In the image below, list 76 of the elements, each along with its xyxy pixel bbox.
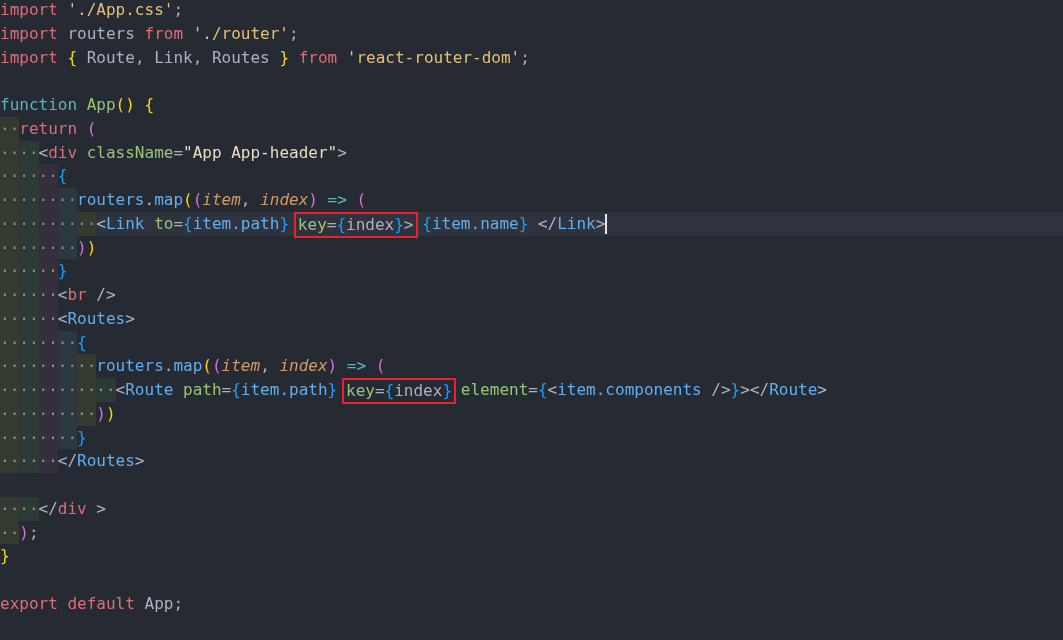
code-text: <Route path={item.path} [115,380,338,399]
indent-guide: ·· [38,188,58,212]
code-text: )) [77,237,97,257]
code-text: routers.map((item, index) => ( [96,356,386,376]
indent-guide: ·· [19,330,39,355]
code-text: { [57,166,68,186]
indent-guide: ·· [19,354,39,378]
indent-guide: ·· [57,354,78,378]
code-text: <Routes> [57,308,135,328]
code-text: <br /> [57,285,116,304]
code-text: } [0,546,10,566]
indent-guide: ·· [0,283,20,307]
indent-guide: ·· [57,378,78,402]
indent-guide: ·· [19,306,39,331]
indent-guide: ·· [0,496,20,521]
text-cursor [605,214,608,235]
indent-guide: ·· [0,306,20,331]
code-text: export default App; [0,593,184,613]
indent-guide: ·· [0,401,20,426]
indent-guide: ·· [19,425,39,450]
code-text: <Link to={item.path} [96,213,290,233]
indent-guide: ·· [57,188,78,212]
code-text: { [77,332,87,352]
code-text: return ( [19,118,97,138]
indent-guide: ·· [19,283,39,307]
indent-guide: ·· [19,188,39,212]
indent-guide: ·· [19,496,39,521]
indent-guide: ·· [19,140,39,165]
indent-guide: ·· [19,235,39,260]
indent-guide: ·· [0,378,20,402]
indent-guide: ·· [38,449,58,473]
indent-guide: ·· [38,378,58,402]
indent-guide: ·· [0,164,20,188]
indent-guide: ·· [57,330,78,355]
indent-guide: ·· [0,425,20,450]
indent-guide: ·· [0,259,20,283]
highlighted-code: key={index} [342,378,456,404]
code-text: ); [19,522,39,542]
indent-guide: ·· [19,211,39,236]
indent-guide: ·· [0,116,20,141]
indent-guide: ·· [0,140,20,165]
code-text: {item.name} </Link> [422,213,606,233]
indent-guide: ·· [19,164,39,188]
code-text: import routers from './router'; [0,23,299,43]
indent-guide: ·· [19,259,39,283]
indent-guide: ·· [0,211,20,236]
indent-guide: ·· [19,449,39,473]
indent-guide: ·· [19,401,39,426]
indent-guide: ·· [38,164,58,188]
code-text: } [77,427,87,447]
highlighted-code: key={index}> [293,211,418,238]
code-text: element={<item.components />}></Route> [460,380,827,399]
code-text: import { Route, Link, Routes } from 'react-router-dom'; [0,47,530,67]
indent-guide: ·· [0,235,20,260]
indent-guide: ·· [0,520,20,545]
indent-guide: ·· [0,188,20,212]
indent-guide: ·· [77,211,97,236]
code-text: routers.map((item, index) => ( [77,190,367,209]
code-text: import './App.css'; [0,0,184,19]
code-text: } [57,261,68,281]
code-text: </Routes> [57,451,145,471]
code-text: )) [96,403,116,423]
indent-guide: ·· [0,330,20,355]
indent-guide: ·· [19,378,39,402]
code-text: <div className="App App-header"> [38,142,347,162]
indent-guide: ·· [77,354,97,378]
indent-guide: ·· [77,378,97,402]
indent-guide: ·· [0,449,20,473]
indent-guide: ·· [96,378,116,402]
indent-guide: ·· [77,401,97,426]
indent-guide: ·· [0,354,20,378]
indent-guide: ·· [38,283,58,307]
indent-guide: ·· [38,259,58,283]
code-text: </div > [38,498,106,518]
code-text: function App() { [0,95,155,114]
indent-guide: ·· [38,354,58,378]
